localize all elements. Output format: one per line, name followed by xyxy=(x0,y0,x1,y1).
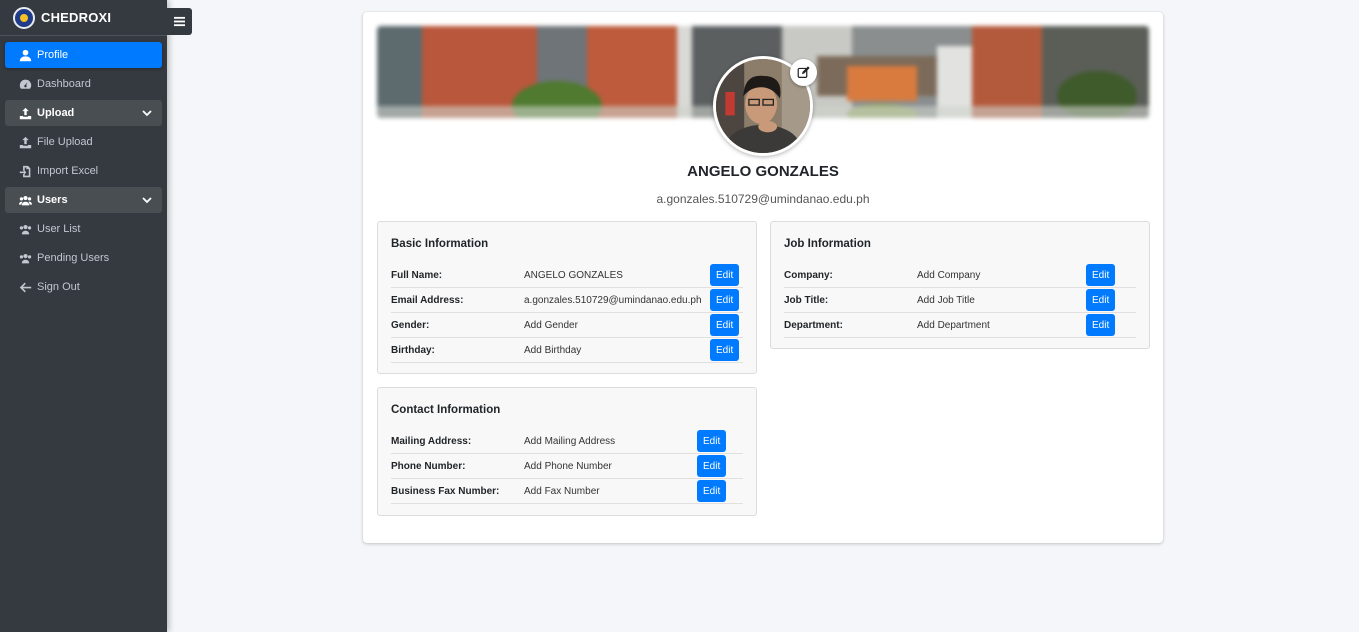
user-icon xyxy=(19,49,32,62)
field-value: Add Mailing Address xyxy=(524,435,616,447)
profile-email: a.gonzales.510729@umindanao.edu.ph xyxy=(656,192,870,206)
field-value: ANGELO GONZALES xyxy=(524,269,623,281)
sidebar-item-label: Import Excel xyxy=(37,165,99,177)
sidebar-item-label: User List xyxy=(37,223,81,235)
sidebar-item-users[interactable]: Users xyxy=(5,187,162,213)
field-label: Department: xyxy=(784,319,843,331)
info-row-email-address: Email Address: a.gonzales.510729@umindan… xyxy=(391,288,743,313)
sidebar-item-label: Sign Out xyxy=(37,281,80,293)
brand-logo-icon xyxy=(13,6,35,29)
contact-information-panel: Contact Information Mailing Address: Add… xyxy=(377,387,757,516)
info-row-gender: Gender: Add Gender Edit xyxy=(391,313,743,338)
field-label: Full Name: xyxy=(391,269,443,281)
upload-icon xyxy=(19,107,32,120)
info-row-full-name: Full Name: ANGELO GONZALES Edit xyxy=(391,263,743,288)
sidebar-item-file-upload[interactable]: File Upload xyxy=(5,129,162,155)
chevron-down-icon xyxy=(142,108,152,121)
edit-email-button[interactable]: Edit xyxy=(710,289,740,311)
edit-full-name-button[interactable]: Edit xyxy=(710,264,740,286)
brand-name: CHEDROXI xyxy=(41,10,112,25)
edit-gender-button[interactable]: Edit xyxy=(710,314,740,336)
users-icon xyxy=(19,223,32,236)
edit-job-title-button[interactable]: Edit xyxy=(1086,289,1116,311)
field-label: Phone Number: xyxy=(391,460,466,472)
users-icon xyxy=(19,194,32,207)
edit-company-button[interactable]: Edit xyxy=(1086,264,1116,286)
sidebar-item-pending-users[interactable]: Pending Users xyxy=(5,245,162,271)
info-row-mailing-address: Mailing Address: Add Mailing Address Edi… xyxy=(391,429,743,454)
field-value: Add Job Title xyxy=(917,294,975,306)
chevron-down-icon xyxy=(142,195,152,208)
profile-card: ANGELO GONZALES a.gonzales.510729@uminda… xyxy=(363,12,1163,543)
brand[interactable]: CHEDROXI xyxy=(0,0,167,36)
edit-phone-number-button[interactable]: Edit xyxy=(697,455,727,477)
field-value: Add Department xyxy=(917,319,990,331)
field-label: Gender: xyxy=(391,319,430,331)
edit-department-button[interactable]: Edit xyxy=(1086,314,1116,336)
panel-title: Basic Information xyxy=(391,238,489,250)
tachometer-icon xyxy=(19,78,32,91)
sidebar-toggle-button[interactable] xyxy=(167,8,192,35)
field-value: Add Gender xyxy=(524,319,578,331)
sidebar-item-sign-out[interactable]: Sign Out xyxy=(5,274,162,300)
upload-icon xyxy=(19,136,32,149)
sidebar-item-label: Users xyxy=(37,194,68,206)
info-row-business-fax: Business Fax Number: Add Fax Number Edit xyxy=(391,479,743,504)
edit-avatar-button[interactable] xyxy=(790,59,817,86)
sidebar-item-profile[interactable]: Profile xyxy=(5,42,162,68)
info-row-birthday: Birthday: Add Birthday Edit xyxy=(391,338,743,363)
sidebar-item-label: Dashboard xyxy=(37,78,91,90)
sidebar-item-label: Upload xyxy=(37,107,75,119)
sidebar-item-label: Profile xyxy=(37,49,69,61)
info-row-phone-number: Phone Number: Add Phone Number Edit xyxy=(391,454,743,479)
sidebar-nav: Profile Dashboard Upload File Upload Imp… xyxy=(0,36,167,300)
edit-fax-number-button[interactable]: Edit xyxy=(697,480,727,502)
field-label: Mailing Address: xyxy=(391,435,472,447)
sidebar-item-upload[interactable]: Upload xyxy=(5,100,162,126)
arrow-left-icon xyxy=(19,281,32,294)
hamburger-icon xyxy=(174,16,185,27)
users-icon xyxy=(19,252,32,265)
panel-title: Contact Information xyxy=(391,404,501,416)
info-row-department: Department: Add Department Edit xyxy=(784,313,1136,338)
field-label: Business Fax Number: xyxy=(391,485,500,497)
field-value: Add Phone Number xyxy=(524,460,612,472)
basic-information-panel: Basic Information Full Name: ANGELO GONZ… xyxy=(377,221,757,374)
field-label: Company: xyxy=(784,269,833,281)
field-label: Job Title: xyxy=(784,294,829,306)
sidebar: CHEDROXI Profile Dashboard Upload File U… xyxy=(0,0,167,632)
field-label: Birthday: xyxy=(391,344,435,356)
field-value: a.gonzales.510729@umindanao.edu.ph xyxy=(524,294,702,306)
file-import-icon xyxy=(19,165,32,178)
sidebar-item-user-list[interactable]: User List xyxy=(5,216,162,242)
field-value: Add Fax Number xyxy=(524,485,600,497)
info-row-company: Company: Add Company Edit xyxy=(784,263,1136,288)
sidebar-item-import-excel[interactable]: Import Excel xyxy=(5,158,162,184)
sidebar-item-label: File Upload xyxy=(37,136,93,148)
profile-name: ANGELO GONZALES xyxy=(687,163,839,180)
job-information-panel: Job Information Company: Add Company Edi… xyxy=(770,221,1150,349)
edit-icon xyxy=(797,66,810,78)
sidebar-item-label: Pending Users xyxy=(37,252,110,264)
panel-title: Job Information xyxy=(784,238,871,250)
info-row-job-title: Job Title: Add Job Title Edit xyxy=(784,288,1136,313)
sidebar-item-dashboard[interactable]: Dashboard xyxy=(5,71,162,97)
edit-birthday-button[interactable]: Edit xyxy=(710,339,740,361)
field-label: Email Address: xyxy=(391,294,464,306)
field-value: Add Company xyxy=(917,269,981,281)
field-value: Add Birthday xyxy=(524,344,582,356)
edit-mailing-address-button[interactable]: Edit xyxy=(697,430,727,452)
